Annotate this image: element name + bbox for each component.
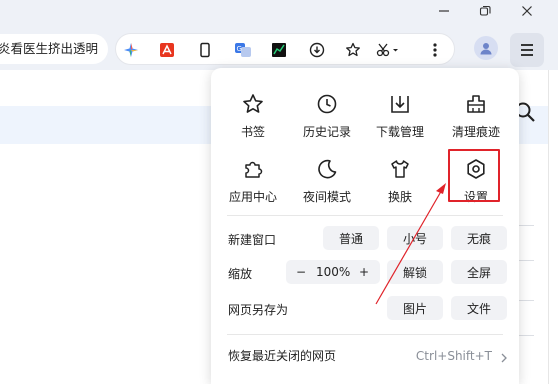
menu-item-history[interactable]: 历史记录	[288, 91, 366, 151]
address-bar[interactable]: 炎看医生挤出透明	[0, 34, 108, 64]
unlock-button[interactable]: 解锁	[387, 260, 443, 284]
download-icon[interactable]	[306, 39, 328, 61]
restore-closed-shortcut: Ctrl+Shift+T	[415, 349, 492, 363]
browser-toolbar: 炎看医生挤出透明 G	[0, 30, 558, 70]
zoom-value: 100%	[316, 265, 351, 279]
person-icon[interactable]	[474, 36, 498, 60]
broom-icon	[463, 91, 489, 117]
restore-closed-label: 恢复最近关闭的网页	[228, 349, 337, 363]
new-window-small-button[interactable]: 小号	[387, 226, 443, 250]
scrollbar[interactable]	[548, 70, 558, 384]
save-page-label: 网页另存为	[228, 303, 289, 317]
menu-divider	[227, 334, 503, 335]
menu-item-label: 应用中心	[228, 190, 277, 204]
zoom-out-button[interactable]: −	[296, 260, 306, 284]
minimize-icon[interactable]	[427, 0, 461, 22]
zoom-label: 缩放	[228, 267, 253, 281]
menu-item-label: 换肤	[387, 190, 412, 204]
new-window-normal-button[interactable]: 普通	[323, 226, 379, 250]
menu-item-label: 下载管理	[375, 125, 424, 139]
hamburger-menu-icon[interactable]	[510, 33, 544, 67]
menu-item-restore-closed[interactable]: 恢复最近关闭的网页 Ctrl+Shift+T	[228, 346, 508, 366]
close-icon[interactable]	[510, 0, 544, 22]
menu-item-label: 清理痕迹	[451, 125, 500, 139]
settings-highlight-box	[448, 149, 500, 202]
menu-item-label: 历史记录	[302, 125, 351, 139]
clock-icon	[314, 91, 340, 117]
save-as-image-button[interactable]: 图片	[387, 296, 443, 320]
menu-item-downloads[interactable]: 下载管理	[361, 91, 439, 151]
menu-item-clear-traces[interactable]: 清理痕迹	[437, 91, 515, 151]
browser-main-menu: 书签 历史记录 下载管理 清理痕迹 应用中心 夜间模式 换肤 设置 新建窗口 普…	[211, 68, 519, 384]
scissors-icon[interactable]	[374, 39, 404, 61]
title-bar	[0, 0, 558, 30]
zoom-in-button[interactable]: +	[359, 260, 369, 284]
menu-item-app-center[interactable]: 应用中心	[214, 156, 292, 216]
menu-item-skin[interactable]: 换肤	[361, 156, 439, 216]
extension-bar: G	[115, 33, 455, 65]
new-window-incognito-button[interactable]: 无痕	[451, 226, 507, 250]
svg-text:G: G	[237, 45, 242, 53]
bookmark-star-icon[interactable]	[342, 39, 364, 61]
menu-item-label: 书签	[240, 125, 265, 139]
chevron-right-icon	[500, 350, 508, 370]
restore-icon[interactable]	[468, 0, 502, 22]
zoom-control: − 100% +	[286, 260, 380, 284]
address-text: 炎看医生挤出透明	[0, 41, 99, 56]
star-outline-icon	[240, 91, 266, 117]
menu-item-label: 夜间模式	[302, 190, 351, 204]
stock-chart-icon[interactable]	[268, 39, 290, 61]
new-window-label: 新建窗口	[228, 233, 277, 247]
more-vert-icon[interactable]	[424, 39, 446, 61]
translate-icon[interactable]: G	[232, 39, 254, 61]
menu-divider	[227, 215, 503, 216]
acrobat-icon[interactable]	[156, 39, 178, 61]
phone-icon[interactable]	[194, 39, 216, 61]
tshirt-icon	[387, 156, 413, 182]
colorful-star-icon[interactable]	[120, 39, 142, 61]
save-as-file-button[interactable]: 文件	[451, 296, 507, 320]
menu-item-bookmarks[interactable]: 书签	[214, 91, 292, 151]
download-box-icon	[387, 91, 413, 117]
fullscreen-button[interactable]: 全屏	[451, 260, 507, 284]
moon-icon	[314, 156, 340, 182]
puzzle-icon	[240, 156, 266, 182]
menu-item-night-mode[interactable]: 夜间模式	[288, 156, 366, 216]
